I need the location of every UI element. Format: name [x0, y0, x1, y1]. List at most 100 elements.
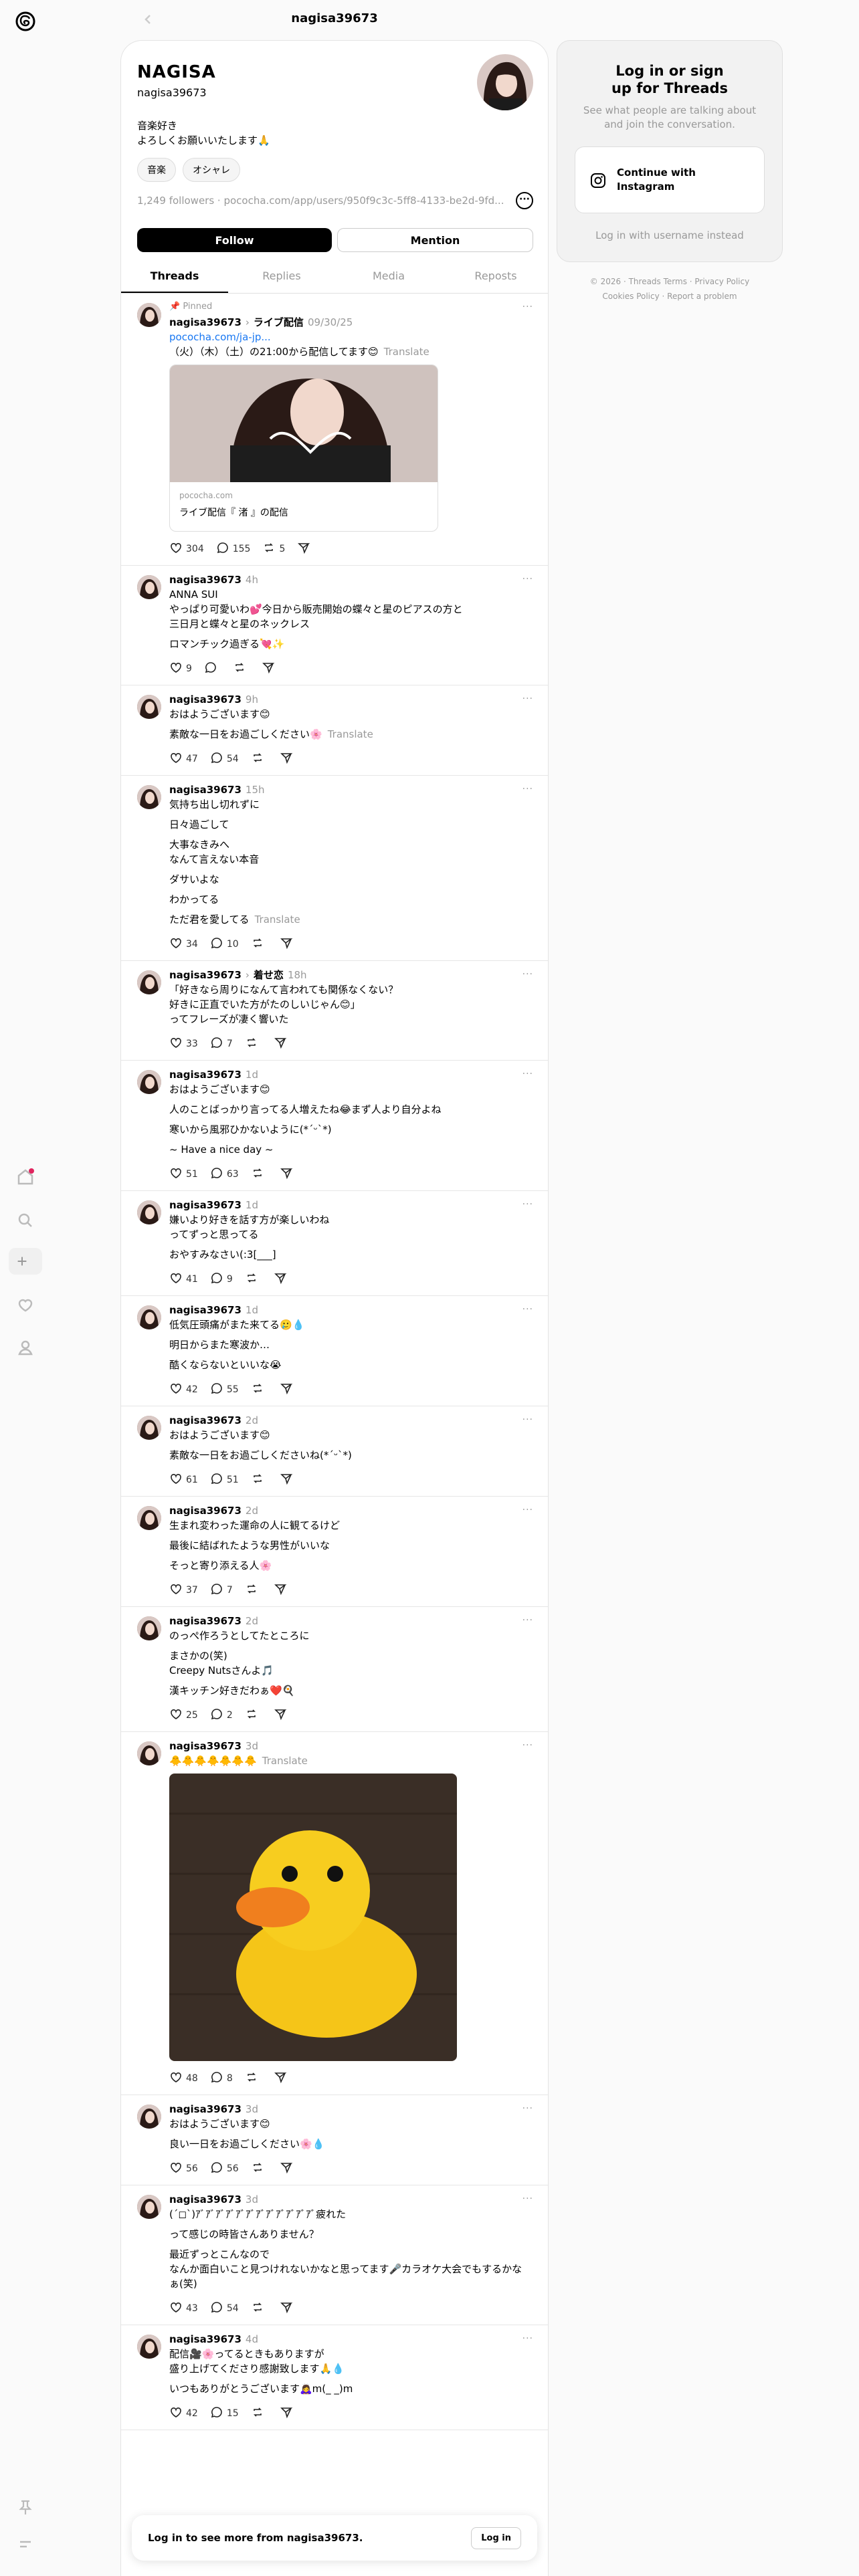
reply-button[interactable]: 2: [210, 1707, 233, 1723]
reply-button[interactable]: 54: [210, 751, 239, 767]
reply-button[interactable]: 55: [210, 1382, 239, 1398]
tag-chip[interactable]: 音楽: [137, 158, 176, 182]
post-more-icon[interactable]: ···: [522, 1199, 533, 1210]
like-button[interactable]: 42: [169, 1382, 198, 1398]
translate-link[interactable]: Translate: [262, 1755, 308, 1767]
repost-button[interactable]: [245, 1271, 262, 1287]
like-button[interactable]: 9: [169, 661, 192, 677]
thread-post[interactable]: nagisa39673 › 着せ恋 18h ··· 「好きなら周りになんて言われても関係な…: [121, 961, 548, 1061]
post-time[interactable]: 3d: [246, 1740, 258, 1752]
reply-button[interactable]: 7: [210, 1582, 233, 1598]
more-options-icon[interactable]: ···: [516, 192, 533, 209]
avatar[interactable]: [137, 1305, 161, 1329]
thread-post[interactable]: nagisa39673 2d ··· おはようございます😊 素敵な一日をお過ごしください…: [121, 1406, 548, 1497]
continue-instagram-button[interactable]: Continue with Instagram: [575, 146, 765, 213]
post-more-icon[interactable]: ···: [522, 2193, 533, 2204]
avatar[interactable]: [137, 1070, 161, 1094]
like-button[interactable]: 43: [169, 2300, 198, 2317]
avatar[interactable]: [137, 2105, 161, 2129]
post-more-icon[interactable]: ···: [522, 1069, 533, 1079]
share-button[interactable]: [297, 541, 314, 557]
post-more-icon[interactable]: ···: [522, 1414, 533, 1425]
repost-button[interactable]: [245, 1582, 262, 1598]
repost-button[interactable]: [251, 1166, 268, 1182]
thread-post[interactable]: 📌 Pinned nagisa39673 › ライブ配信 09/30/25 ··· poco…: [121, 294, 548, 566]
heart-icon[interactable]: [12, 1292, 39, 1319]
post-username[interactable]: nagisa39673: [169, 784, 242, 796]
post-username[interactable]: nagisa39673: [169, 2333, 242, 2345]
repost-button[interactable]: [251, 1472, 268, 1488]
like-button[interactable]: 304: [169, 541, 204, 557]
like-button[interactable]: 41: [169, 1271, 198, 1287]
share-button[interactable]: [280, 2161, 296, 2177]
post-username[interactable]: nagisa39673: [169, 1304, 242, 1316]
post-time[interactable]: 18h: [288, 969, 307, 981]
post-time[interactable]: 2d: [246, 1615, 258, 1627]
post-username[interactable]: nagisa39673: [169, 1505, 242, 1517]
reply-button[interactable]: 7: [210, 1036, 233, 1052]
avatar[interactable]: [137, 1741, 161, 1765]
post-username[interactable]: nagisa39673: [169, 969, 242, 981]
repost-button[interactable]: [251, 2300, 268, 2317]
like-button[interactable]: 42: [169, 2405, 198, 2422]
like-button[interactable]: 33: [169, 1036, 198, 1052]
reply-button[interactable]: 54: [210, 2300, 239, 2317]
post-time[interactable]: 3d: [246, 2103, 258, 2115]
post-time[interactable]: 4h: [246, 574, 258, 586]
footer-line[interactable]: Cookies Policy · Report a problem: [557, 289, 783, 304]
login-username-link[interactable]: Log in with username instead: [557, 229, 782, 241]
repost-button[interactable]: [251, 936, 268, 952]
post-username[interactable]: nagisa39673: [169, 1069, 242, 1081]
repost-button[interactable]: [245, 1036, 262, 1052]
post-username[interactable]: nagisa39673: [169, 316, 242, 328]
reply-button[interactable]: 10: [210, 936, 239, 952]
link-preview-card[interactable]: pococha.com ライブ配信『 渚 』の配信: [169, 364, 438, 532]
repost-button[interactable]: 5: [262, 541, 285, 557]
translate-link[interactable]: Translate: [384, 346, 430, 358]
repost-button[interactable]: [251, 2161, 268, 2177]
reply-button[interactable]: 155: [216, 541, 250, 557]
share-button[interactable]: [280, 2300, 296, 2317]
translate-link[interactable]: Translate: [328, 728, 373, 740]
thread-post[interactable]: nagisa39673 1d ··· 嫌いより好きを話す方が楽しいわね ってずっと思って…: [121, 1191, 548, 1296]
tag-chip[interactable]: オシャレ: [183, 158, 240, 182]
post-username[interactable]: nagisa39673: [169, 693, 242, 706]
share-button[interactable]: [274, 1036, 290, 1052]
post-time[interactable]: 1d: [246, 1199, 258, 1211]
post-username[interactable]: nagisa39673: [169, 1414, 242, 1426]
avatar[interactable]: [137, 695, 161, 719]
thread-post[interactable]: nagisa39673 9h ··· おはようございます😊 素敵な一日をお過ごしください…: [121, 685, 548, 776]
avatar[interactable]: [137, 1200, 161, 1224]
post-more-icon[interactable]: ···: [522, 302, 533, 312]
repost-button[interactable]: [251, 2405, 268, 2422]
like-button[interactable]: 61: [169, 1472, 198, 1488]
share-button[interactable]: [274, 1707, 290, 1723]
avatar[interactable]: [137, 785, 161, 809]
translate-link[interactable]: Translate: [255, 914, 300, 926]
like-button[interactable]: 51: [169, 1166, 198, 1182]
reply-button[interactable]: 63: [210, 1166, 239, 1182]
thread-post[interactable]: nagisa39673 3d ··· おはようございます😊 良い一日をお過ごしください🌸…: [121, 2095, 548, 2185]
followers-link-line[interactable]: 1,249 followers · pococha.com/app/users/…: [137, 195, 512, 207]
like-button[interactable]: 34: [169, 936, 198, 952]
post-more-icon[interactable]: ···: [522, 2103, 533, 2114]
reply-button[interactable]: 9: [210, 1271, 233, 1287]
repost-button[interactable]: [251, 751, 268, 767]
reply-button[interactable]: 51: [210, 1472, 239, 1488]
repost-button[interactable]: [233, 661, 250, 677]
login-banner-button[interactable]: Log in: [471, 2527, 521, 2549]
menu-icon[interactable]: [12, 2531, 39, 2557]
post-username[interactable]: nagisa39673: [169, 2193, 242, 2206]
thread-post[interactable]: nagisa39673 1d ··· 低気圧頭痛がまた来てる🥲💧 明日からまた寒波か… 酷…: [121, 1296, 548, 1406]
post-more-icon[interactable]: ···: [522, 1740, 533, 1751]
tab-threads[interactable]: Threads: [121, 261, 228, 293]
post-more-icon[interactable]: ···: [522, 969, 533, 980]
thread-post[interactable]: nagisa39673 2d ··· のっぺ作ろうとしてたところに まさかの(笑) Cre…: [121, 1607, 548, 1732]
avatar[interactable]: [137, 2195, 161, 2219]
post-more-icon[interactable]: ···: [522, 784, 533, 794]
share-button[interactable]: [280, 936, 296, 952]
post-time[interactable]: 15h: [246, 784, 265, 796]
reply-button[interactable]: 56: [210, 2161, 239, 2177]
tab-media[interactable]: Media: [335, 261, 442, 293]
search-icon[interactable]: [12, 1207, 39, 1234]
